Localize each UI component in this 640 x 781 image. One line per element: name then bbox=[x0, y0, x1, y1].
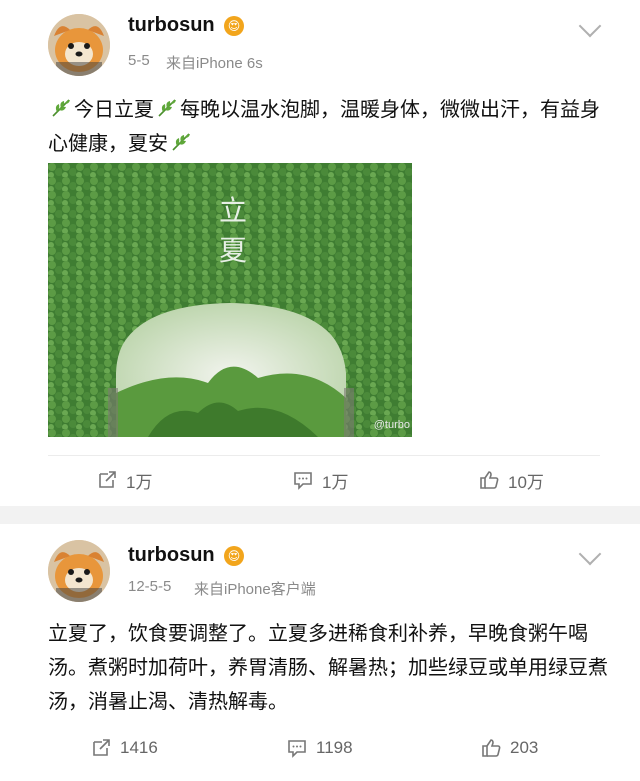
post-separator bbox=[0, 506, 640, 524]
post-date: 12-5-5 bbox=[128, 578, 172, 595]
repost-button[interactable]: 1416 bbox=[90, 728, 158, 768]
like-button[interactable]: 203 bbox=[480, 728, 538, 768]
repost-count: 1416 bbox=[120, 738, 158, 757]
image-watermark: @turbo bbox=[373, 419, 410, 431]
thumbs-up-icon bbox=[480, 471, 499, 489]
post-source: 来自iPhone 6s bbox=[166, 55, 263, 72]
like-count: 10万 bbox=[508, 472, 544, 492]
chevron-down-icon[interactable] bbox=[578, 14, 602, 38]
comment-button[interactable]: 1万 bbox=[292, 460, 348, 500]
vip-badge-icon: 😍 bbox=[224, 546, 244, 566]
post-text: 今日立夏 每晚以温水泡脚，温暖身体，微微出汗，有益身心健康，夏安 bbox=[48, 92, 608, 160]
avatar[interactable] bbox=[48, 540, 110, 602]
avatar[interactable] bbox=[48, 14, 110, 76]
vip-badge-icon: 😍 bbox=[224, 16, 244, 36]
username[interactable]: turbosun bbox=[128, 544, 215, 567]
post-text-part-1: 今日立夏 bbox=[74, 97, 154, 121]
comment-icon bbox=[294, 472, 312, 490]
image-overlay-title: 立夏 bbox=[218, 194, 247, 267]
post-actions: 1万 1万 10万 bbox=[0, 460, 640, 500]
repost-count: 1万 bbox=[126, 472, 153, 492]
comment-count: 1万 bbox=[322, 472, 349, 492]
divider bbox=[48, 455, 600, 456]
repost-button[interactable]: 1万 bbox=[96, 460, 152, 500]
comment-icon bbox=[288, 740, 306, 758]
thumbs-up-icon bbox=[482, 739, 501, 757]
leaf-icon bbox=[156, 95, 178, 117]
weibo-post-1: turbosun 😍 5-5 来自iPhone 6s 今日立夏 每晚以温水泡脚，温… bbox=[0, 0, 640, 506]
repost-icon bbox=[93, 739, 110, 756]
username[interactable]: turbosun bbox=[128, 14, 215, 37]
like-count: 203 bbox=[510, 738, 539, 757]
post-source: 来自iPhone客户端 bbox=[194, 581, 316, 598]
leaf-icon bbox=[50, 95, 72, 117]
comment-count: 1198 bbox=[316, 738, 353, 757]
post-text: 立夏了，饮食要调整了。立夏多进稀食利补养，早晚食粥午喝汤。煮粥时加荷叶，养胃清肠… bbox=[48, 621, 608, 713]
chevron-down-icon[interactable] bbox=[578, 542, 602, 566]
post-actions: 1416 1198 203 bbox=[0, 728, 640, 768]
comment-button[interactable]: 1198 bbox=[286, 728, 353, 768]
post-date: 5-5 bbox=[128, 52, 150, 69]
repost-icon bbox=[99, 471, 116, 488]
leaf-icon bbox=[170, 129, 192, 151]
weibo-post-2: turbosun 😍 12-5-5 来自iPhone客户端 立夏了，饮食要调整了… bbox=[0, 524, 640, 781]
like-button[interactable]: 10万 bbox=[478, 460, 544, 500]
post-image[interactable]: 立夏 @turbo bbox=[48, 163, 412, 437]
